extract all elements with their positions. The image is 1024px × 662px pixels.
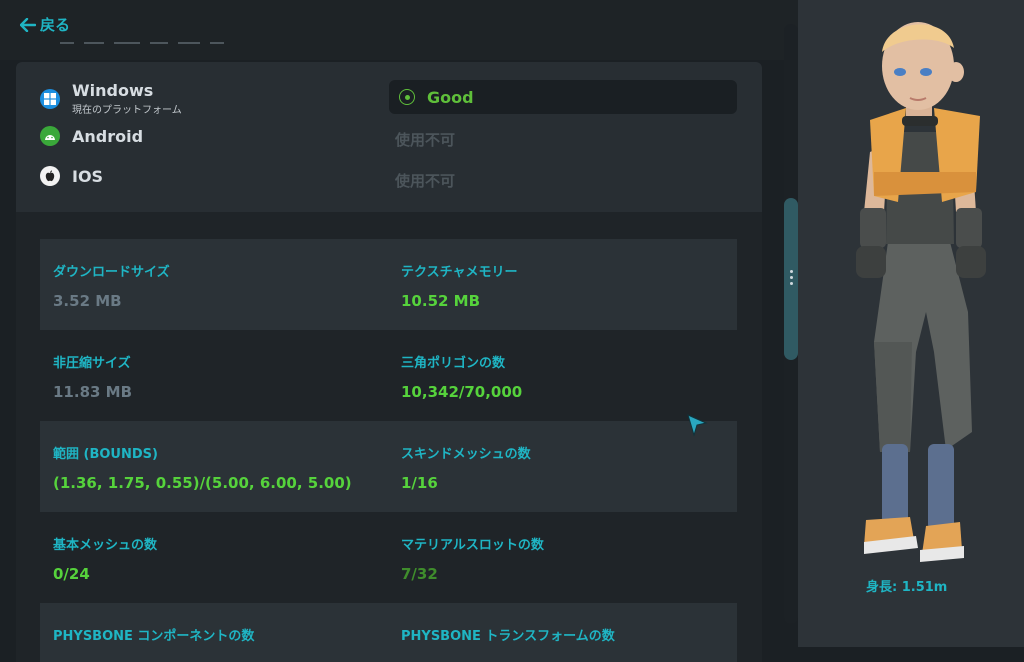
windows-icon [40, 88, 60, 109]
stat-value: 10.52 MB [401, 292, 481, 310]
good-status-icon [399, 89, 415, 105]
stat-label: ダウンロードサイズ [53, 265, 170, 280]
stat-value: 0/24 [53, 565, 90, 583]
performance-panel: Windows 現在のプラットフォーム Good Android 使用不可 IO… [16, 62, 762, 662]
platform-name: Windows [72, 81, 154, 100]
platform-row-ios: IOS [40, 166, 103, 186]
stat-label: 三角ポリゴンの数 [401, 356, 506, 371]
stats-row: 基本メッシュの数 0/24 マテリアルスロットの数 7/32 [40, 512, 737, 603]
platform-row-windows: Windows 現在のプラットフォーム [40, 81, 182, 116]
platform-list: Windows 現在のプラットフォーム Good Android 使用不可 IO… [16, 62, 762, 212]
stat-label: テクスチャメモリー [401, 265, 518, 280]
stat-label: マテリアルスロットの数 [401, 538, 544, 553]
arrow-left-icon [20, 17, 36, 32]
stat-value: 7/32 [401, 565, 438, 583]
avatar-height-label: 身長: 1.51m [866, 580, 948, 595]
stats-row: PHYSBONE コンポーネントの数 PHYSBONE トランスフォームの数 [40, 603, 737, 662]
stats-row: 範囲 (BOUNDS) (1.36, 1.75, 0.55)/(5.00, 6.… [40, 421, 737, 512]
platform-subtitle: 現在のプラットフォーム [72, 105, 182, 116]
stat-label: 基本メッシュの数 [53, 538, 158, 553]
stat-value: (1.36, 1.75, 0.55)/(5.00, 6.00, 5.00) [53, 474, 352, 492]
clipped-heading [60, 42, 280, 46]
platform-row-android: Android [40, 126, 143, 146]
panel-splitter[interactable] [798, 0, 806, 647]
stats-row: ダウンロードサイズ 3.52 MB テクスチャメモリー 10.52 MB [40, 239, 737, 330]
status-text-android: 使用不可 [395, 131, 456, 149]
avatar-figure [856, 22, 986, 562]
platform-name: Android [72, 126, 144, 146]
back-button[interactable]: 戻る [20, 14, 70, 35]
status-text-ios: 使用不可 [395, 172, 456, 190]
stat-label: PHYSBONE トランスフォームの数 [401, 629, 615, 644]
stats-row: 非圧縮サイズ 11.83 MB 三角ポリゴンの数 10,342/70,000 [40, 330, 737, 421]
apple-icon [40, 166, 60, 186]
android-icon [40, 126, 60, 146]
back-label: 戻る [40, 16, 71, 34]
stat-value: 3.52 MB [53, 292, 122, 310]
status-badge-windows: Good [389, 80, 737, 114]
platform-name: IOS [72, 166, 104, 186]
stat-value: 11.83 MB [53, 383, 133, 401]
stat-value: 10,342/70,000 [401, 383, 523, 401]
status-text: Good [427, 87, 474, 107]
stats-table: ダウンロードサイズ 3.52 MB テクスチャメモリー 10.52 MB 非圧縮… [40, 239, 737, 662]
stat-value: 1/16 [401, 474, 438, 492]
stat-label: 非圧縮サイズ [53, 356, 131, 371]
pointer-cursor-icon [687, 414, 708, 437]
top-bar: 戻る [0, 0, 806, 60]
stat-label: 範囲 (BOUNDS) [53, 447, 158, 462]
stat-label: スキンドメッシュの数 [401, 447, 531, 462]
drag-handle-icon[interactable] [790, 270, 794, 288]
stat-label: PHYSBONE コンポーネントの数 [53, 629, 255, 644]
